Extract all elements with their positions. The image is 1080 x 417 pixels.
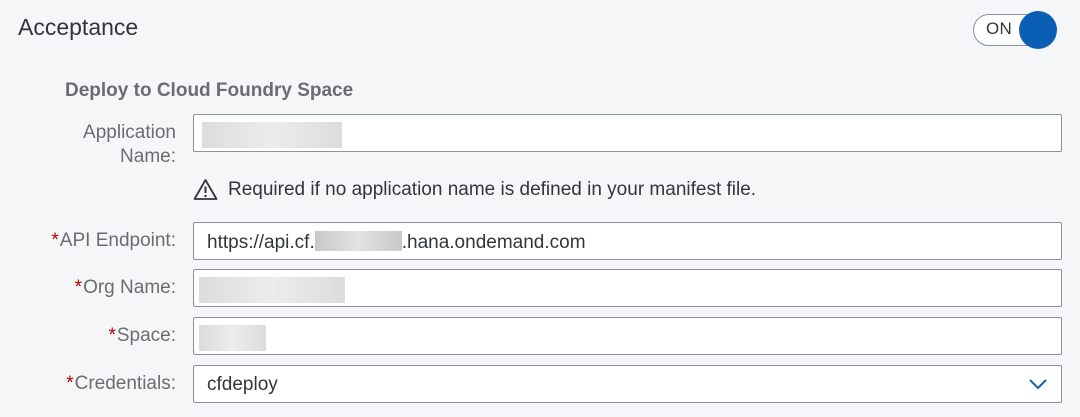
chevron-down-icon[interactable]	[1028, 377, 1048, 391]
application-name-label-line1: Application	[83, 122, 176, 143]
space-input[interactable]	[193, 317, 1062, 355]
application-name-input[interactable]	[193, 114, 1062, 152]
redacted-value	[202, 122, 342, 148]
api-endpoint-value: https://api.cf. .hana.ondemand.com	[207, 231, 586, 254]
credentials-label-text: Credentials:	[74, 373, 176, 394]
required-asterisk: *	[51, 230, 59, 251]
redacted-value	[199, 325, 266, 351]
redacted-value	[314, 231, 402, 251]
org-name-label-text: Org Name:	[83, 277, 176, 298]
org-name-label: *Org Name:	[75, 276, 176, 300]
required-asterisk: *	[74, 277, 83, 298]
application-name-label-line2: Name:	[120, 146, 176, 167]
stage-toggle[interactable]: ON	[973, 11, 1059, 49]
api-endpoint-label-text: API Endpoint:	[59, 230, 176, 251]
space-label-text: Space:	[116, 325, 176, 346]
application-name-hint: Required if no application name is defin…	[193, 178, 756, 201]
space-label: *Space:	[108, 324, 176, 348]
acceptance-stage-panel: Acceptance ON Deploy to Cloud Foundry Sp…	[0, 0, 1080, 417]
required-asterisk: *	[66, 373, 74, 394]
api-endpoint-suffix: .hana.ondemand.com	[401, 232, 586, 253]
org-name-input[interactable]	[193, 269, 1062, 307]
toggle-knob[interactable]	[1019, 11, 1057, 49]
toggle-label: ON	[986, 19, 1013, 38]
credentials-select[interactable]: cfdeploy	[193, 365, 1062, 403]
warning-icon	[193, 179, 218, 200]
group-title: Deploy to Cloud Foundry Space	[65, 80, 354, 101]
credentials-value: cfdeploy	[207, 374, 278, 395]
credentials-label: *Credentials:	[66, 372, 176, 396]
hint-text: Required if no application name is defin…	[228, 178, 757, 200]
required-asterisk: *	[108, 325, 116, 346]
section-title: Acceptance	[18, 14, 139, 40]
api-endpoint-label: *API Endpoint:	[51, 229, 176, 253]
application-name-label: Application Name:	[83, 121, 176, 169]
api-endpoint-input[interactable]: https://api.cf. .hana.ondemand.com	[193, 222, 1062, 260]
api-endpoint-prefix: https://api.cf.	[207, 232, 315, 253]
redacted-value	[199, 277, 345, 303]
